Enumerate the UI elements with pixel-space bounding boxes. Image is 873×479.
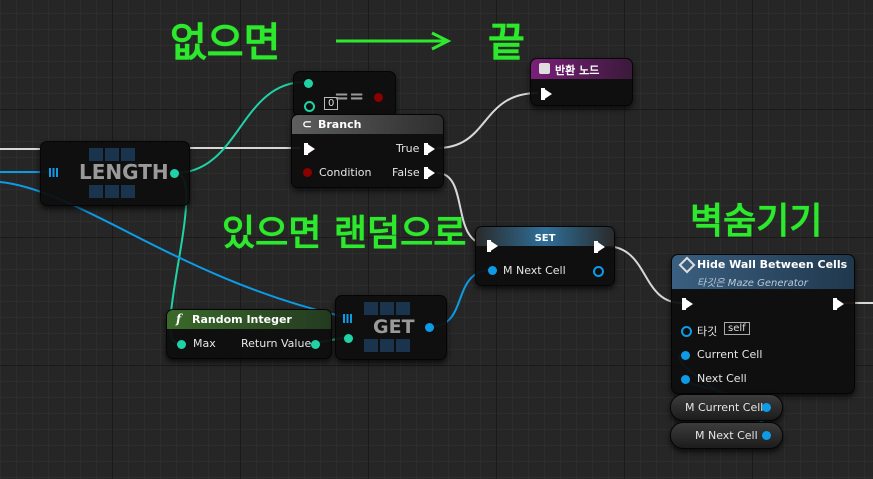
- equal-input-b-pin[interactable]: [304, 101, 315, 112]
- random-max-label: Max: [193, 337, 216, 350]
- annotation-end: 끝: [488, 20, 525, 66]
- branch-false-label: False: [392, 166, 420, 179]
- get-output-pin[interactable]: [425, 323, 434, 332]
- hide-wall-target-pin[interactable]: [681, 326, 692, 337]
- set-exec-out-pin[interactable]: [594, 241, 605, 253]
- length-label: LENGTH: [79, 160, 169, 184]
- hide-wall-next-cell-pin[interactable]: [681, 375, 690, 384]
- branch-icon: ⊂: [302, 117, 313, 131]
- return-exec-in-pin[interactable]: [541, 88, 552, 100]
- var-m-current-cell-node[interactable]: M Current Cell: [670, 394, 783, 421]
- get-index-pin[interactable]: [344, 334, 353, 343]
- array-tile: [364, 302, 378, 315]
- length-output-pin[interactable]: [170, 169, 179, 178]
- hide-wall-current-cell-pin[interactable]: [681, 351, 690, 360]
- random-title: Random Integer: [192, 313, 292, 326]
- int-wire: [174, 81, 306, 174]
- hide-wall-target-value[interactable]: self: [724, 322, 750, 335]
- array-tile: [89, 185, 103, 198]
- var-m-next-cell-label: M Next Cell: [695, 429, 758, 442]
- hide-wall-next-cell-label: Next Cell: [697, 372, 747, 385]
- branch-condition-label: Condition: [319, 166, 372, 179]
- return-node-header: 반환 노드: [531, 59, 632, 79]
- annotation-arrow: [336, 31, 452, 51]
- length-node[interactable]: LENGTH: [40, 141, 190, 206]
- hide-wall-subtitle: 타깃은 Maze Generator: [697, 278, 808, 289]
- hide-wall-exec-in-pin[interactable]: [682, 298, 693, 310]
- set-node[interactable]: SET M Next Cell: [475, 226, 615, 286]
- set-exec-in-pin[interactable]: [487, 240, 498, 252]
- var-m-current-cell-label: M Current Cell: [685, 401, 764, 414]
- equal-input-a-pin[interactable]: [304, 79, 313, 88]
- hide-wall-current-cell-label: Current Cell: [697, 348, 763, 361]
- hide-wall-between-cells-node[interactable]: Hide Wall Between Cells 타깃은 Maze Generat…: [671, 254, 855, 394]
- hide-wall-target-label: 타깃: [697, 325, 718, 338]
- get-array-input-pin[interactable]: [343, 314, 352, 323]
- length-array-input-pin[interactable]: [49, 168, 58, 177]
- function-icon: f: [176, 312, 182, 326]
- array-tile: [396, 302, 410, 315]
- equal-symbol: ==: [334, 86, 365, 107]
- branch-true-label: True: [396, 142, 420, 155]
- set-var-label: M Next Cell: [503, 264, 566, 277]
- function-diamond-icon: [678, 256, 696, 274]
- array-tile: [380, 339, 394, 352]
- branch-true-pin[interactable]: [424, 143, 435, 155]
- annotation-if-none: 없으면: [170, 20, 281, 66]
- array-tile: [396, 339, 410, 352]
- set-value-pin[interactable]: [488, 266, 497, 275]
- branch-false-pin[interactable]: [424, 167, 435, 179]
- var-m-next-cell-node[interactable]: M Next Cell: [670, 422, 783, 449]
- set-output-pin[interactable]: [593, 266, 604, 277]
- branch-condition-pin[interactable]: [303, 168, 312, 177]
- var-m-next-cell-pin[interactable]: [762, 431, 771, 440]
- equal-node[interactable]: 0 ==: [293, 71, 396, 117]
- branch-node[interactable]: ⊂ Branch True Condition False: [291, 114, 444, 188]
- random-header: f Random Integer: [167, 310, 331, 329]
- return-icon: [539, 63, 550, 74]
- get-node[interactable]: GET: [335, 295, 447, 360]
- annotation-break-wall: 벽숨기기: [690, 201, 823, 242]
- random-return-pin[interactable]: [311, 340, 320, 349]
- random-max-pin[interactable]: [177, 340, 186, 349]
- return-node[interactable]: 반환 노드: [530, 58, 633, 106]
- get-label: GET: [373, 316, 415, 338]
- annotation-if-exists-random: 있으면 랜덤으로: [222, 213, 467, 254]
- hide-wall-title: Hide Wall Between Cells: [697, 258, 848, 271]
- array-tile: [380, 302, 394, 315]
- set-title: SET: [534, 233, 556, 244]
- random-integer-node[interactable]: f Random Integer Max Return Value: [166, 309, 332, 359]
- array-tile: [121, 185, 135, 198]
- branch-title: Branch: [318, 118, 362, 131]
- var-m-current-cell-pin[interactable]: [762, 403, 771, 412]
- branch-header: ⊂ Branch: [292, 115, 443, 134]
- random-return-label: Return Value: [241, 337, 312, 350]
- array-tile: [105, 185, 119, 198]
- hide-wall-exec-out-pin[interactable]: [833, 298, 844, 310]
- branch-exec-in-pin[interactable]: [304, 143, 315, 155]
- return-node-title: 반환 노드: [555, 64, 600, 77]
- equal-output-pin[interactable]: [374, 93, 383, 102]
- array-tile: [364, 339, 378, 352]
- hide-wall-header: Hide Wall Between Cells 타깃은 Maze Generat…: [672, 255, 854, 289]
- exec-wire: [436, 92, 539, 149]
